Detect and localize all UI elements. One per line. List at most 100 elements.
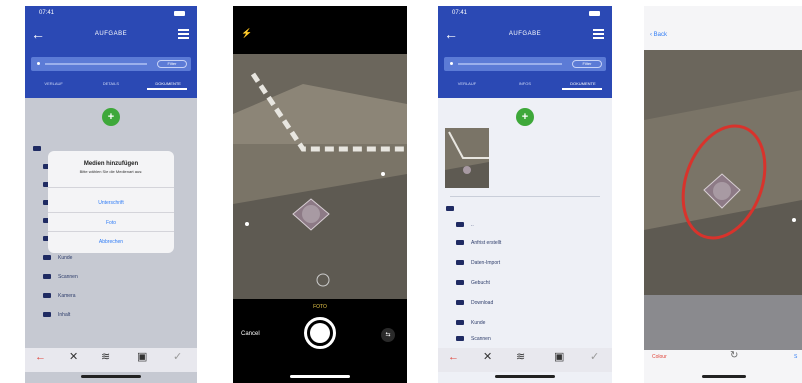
save-button[interactable]: S: [794, 354, 797, 360]
tab-verlauf[interactable]: VERLAUF: [438, 81, 496, 86]
folder-icon: [456, 300, 464, 306]
filter-button[interactable]: Filter: [572, 60, 602, 68]
folder-label: ..: [471, 222, 474, 228]
search-icon: [450, 62, 453, 65]
calendar-icon[interactable]: ▣: [137, 352, 147, 363]
search-icon: [37, 62, 40, 65]
flash-icon[interactable]: ⚡: [241, 28, 252, 39]
folder-icon: [456, 240, 464, 246]
folder-item[interactable]: Anfrist erstellt: [456, 240, 501, 246]
folder-icon: [33, 146, 41, 152]
switch-camera-icon[interactable]: ⇆: [381, 328, 395, 342]
tab-dokumente[interactable]: DOKUMENTE: [554, 81, 612, 86]
camera-preview-image: [233, 54, 407, 299]
folder-icon: [43, 293, 51, 299]
folder-item[interactable]: [33, 146, 48, 152]
folder-label: Kunde: [58, 255, 73, 261]
option-abbrechen-button[interactable]: Abbrechen: [48, 239, 174, 245]
tab-verlauf[interactable]: VERLAUF: [25, 81, 82, 86]
hamburger-menu-icon[interactable]: [593, 29, 604, 41]
folder-item-parent[interactable]: ..: [456, 222, 474, 228]
folder-label: Download: [471, 300, 494, 306]
back-arrow-icon[interactable]: ←: [35, 352, 46, 363]
photo-thumbnail-image: [445, 128, 489, 188]
folder-label: Scannen: [471, 336, 491, 342]
media-dialog: Medien hinzufügen Bitte wählen Sie die M…: [48, 151, 174, 253]
annotated-photo: [644, 50, 802, 350]
folder-item[interactable]: Daten-Import: [456, 260, 500, 266]
photo-canvas[interactable]: [644, 50, 802, 350]
folder-icon: [456, 320, 464, 326]
camera-viewfinder: [233, 54, 407, 299]
folder-icon: [43, 255, 51, 261]
status-bar: 07:41: [438, 6, 612, 22]
tab-bar: VERLAUF DETAILS DOKUMENTE: [25, 76, 197, 90]
add-button[interactable]: +: [102, 108, 120, 126]
dialog-subtitle: Bitte wählen Sie die Medienart aus:: [79, 169, 143, 174]
camera-mode-label[interactable]: FOTO: [233, 304, 407, 310]
folder-icon: [43, 312, 51, 318]
folder-icon: [43, 274, 51, 280]
tab-dokumente[interactable]: DOKUMENTE: [140, 81, 197, 86]
folder-item-inhalt[interactable]: Inhalt: [43, 312, 70, 318]
check-icon[interactable]: ✓: [590, 352, 599, 363]
undo-icon[interactable]: ↻: [730, 350, 738, 361]
status-bar: 07:41: [25, 6, 197, 22]
back-arrow-icon[interactable]: ←: [448, 352, 459, 363]
bottom-toolbar: ← ✕ ≋ ▣ ✓: [438, 348, 612, 372]
signature-icon[interactable]: ≋: [516, 352, 525, 363]
folder-item-scannen[interactable]: Scannen: [43, 274, 78, 280]
shutter-button[interactable]: [304, 317, 336, 349]
folder-label: Kamera: [58, 293, 76, 299]
nav-bar: ← AUFGABE: [25, 22, 197, 48]
back-button[interactable]: ‹ Back: [650, 32, 667, 38]
divider: [48, 231, 174, 232]
folder-icon: [446, 206, 454, 212]
phone-screen-photo-edit: ‹ Back Colour ↻ S: [644, 6, 802, 383]
search-placeholder-line: [458, 63, 562, 65]
divider: [450, 196, 600, 197]
folder-item-kamera[interactable]: Kamera: [43, 293, 76, 299]
calendar-icon[interactable]: ▣: [554, 352, 564, 363]
check-icon[interactable]: ✓: [173, 352, 182, 363]
filter-button[interactable]: Filter: [157, 60, 187, 68]
battery-icon: [589, 11, 600, 16]
home-indicator: [702, 375, 746, 378]
search-input[interactable]: Filter: [444, 57, 606, 71]
close-icon[interactable]: ✕: [483, 352, 492, 363]
folder-label: Gebucht: [471, 280, 490, 286]
home-indicator: [495, 375, 555, 378]
option-foto-button[interactable]: Foto: [48, 220, 174, 226]
phone-screen-dokumente-dialog: 07:41 ← AUFGABE Filter VERLAUF DETAILS D…: [25, 6, 197, 383]
folder-item[interactable]: Download: [456, 300, 493, 306]
add-button[interactable]: +: [516, 108, 534, 126]
phone-screen-camera: ⚡ FOTO Cancel ⇆: [233, 6, 407, 383]
close-icon[interactable]: ✕: [69, 352, 78, 363]
folder-item-scannen[interactable]: Scannen: [456, 336, 491, 342]
search-input[interactable]: Filter: [31, 57, 191, 71]
colour-button[interactable]: Colour: [652, 354, 667, 360]
page-title: AUFGABE: [94, 31, 128, 37]
folder-item-kunde[interactable]: Kunde: [43, 255, 72, 261]
photo-thumbnail[interactable]: [445, 128, 489, 188]
bottom-toolbar: ← ✕ ≋ ▣ ✓: [25, 348, 197, 372]
tab-bar: VERLAUF INFOS DOKUMENTE: [438, 76, 612, 90]
signature-icon[interactable]: ≋: [101, 352, 110, 363]
shutter-inner: [310, 323, 330, 343]
hamburger-menu-icon[interactable]: [178, 29, 189, 41]
cancel-button[interactable]: Cancel: [241, 331, 260, 337]
folder-icon: [456, 336, 464, 342]
home-indicator: [81, 375, 141, 378]
page-title: AUFGABE: [508, 31, 542, 37]
folder-item-kunde[interactable]: Kunde: [456, 320, 485, 326]
folder-item[interactable]: Gebucht: [456, 280, 490, 286]
back-label: Back: [653, 32, 668, 38]
folder-label: Scannen: [58, 274, 78, 280]
tab-details[interactable]: DETAILS: [82, 81, 139, 86]
tab-infos[interactable]: INFOS: [496, 81, 554, 86]
active-tab-indicator: [147, 88, 187, 90]
folder-icon: [456, 260, 464, 266]
dialog-title: Medien hinzufügen: [83, 161, 139, 167]
option-unterschrift-button[interactable]: Unterschrift: [48, 200, 174, 206]
folder-item-root[interactable]: [446, 206, 461, 212]
